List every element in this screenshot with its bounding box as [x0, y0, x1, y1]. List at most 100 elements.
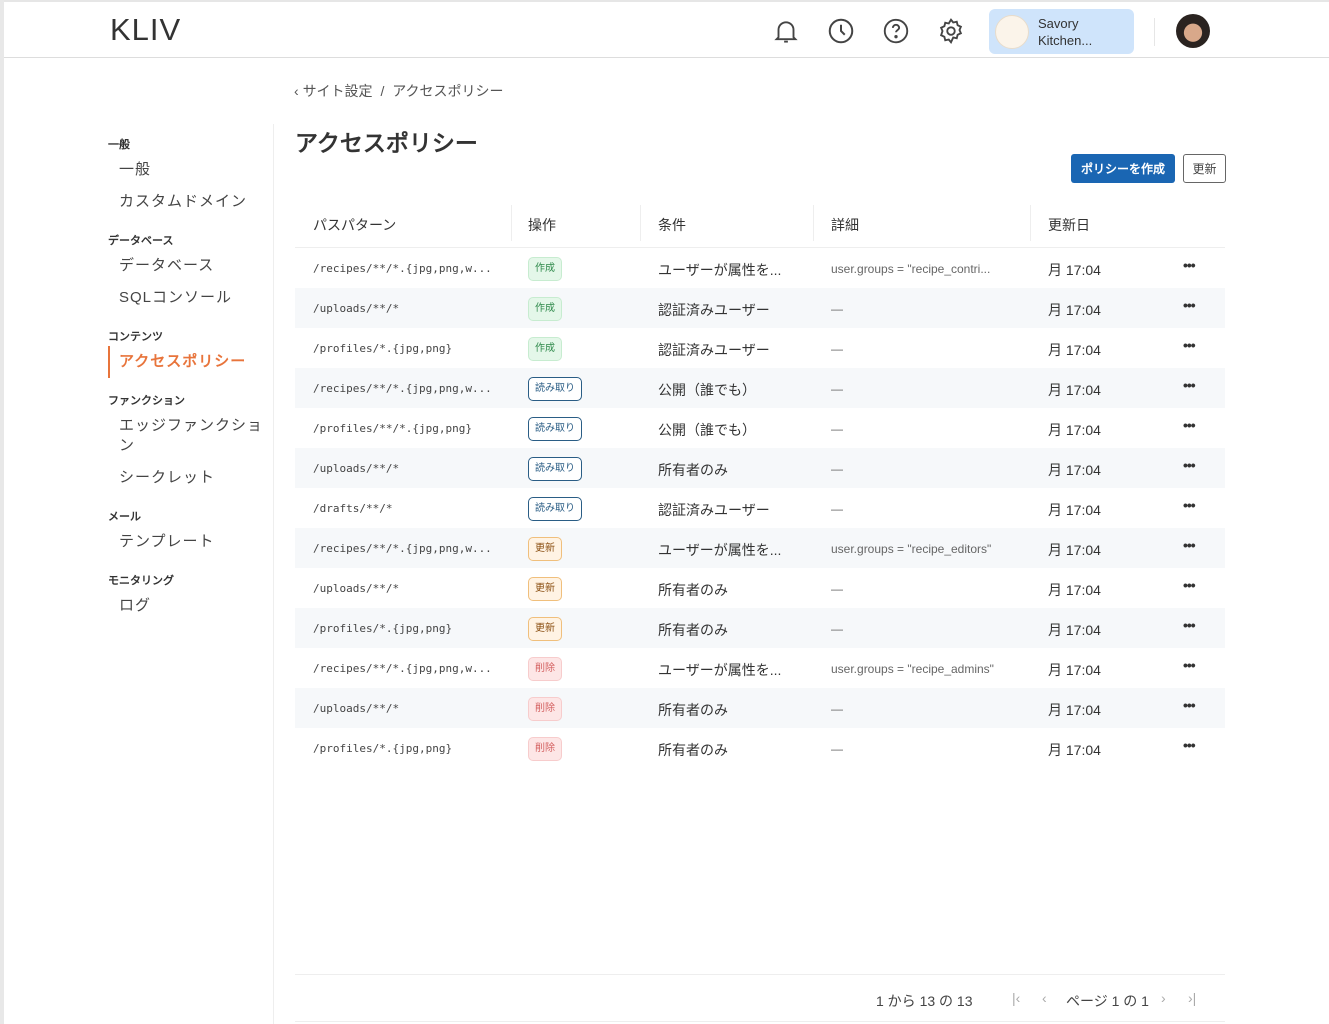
page-indicator: ページ 1 の 1 — [1066, 993, 1149, 1009]
logo[interactable]: KLIV — [110, 12, 181, 48]
help-icon[interactable] — [881, 16, 911, 46]
operation-badge: 更新 — [528, 537, 562, 561]
condition: 認証済みユーザー — [658, 302, 770, 318]
path-pattern: /recipes/**/*.{jpg,png,w... — [313, 262, 492, 275]
updated-date: 月 17:04 — [1048, 342, 1101, 358]
breadcrumb: ‹ サイト設定 / アクセスポリシー — [294, 81, 504, 101]
more-actions-icon[interactable]: ••• — [1183, 697, 1196, 713]
sidebar-item[interactable]: アクセスポリシー — [108, 346, 273, 378]
condition: 認証済みユーザー — [658, 342, 770, 358]
operation-badge: 作成 — [528, 297, 562, 321]
table-row[interactable]: /recipes/**/*.{jpg,png,w... 作成 ユーザーが属性を.… — [295, 248, 1225, 288]
operation-badge: 削除 — [528, 697, 562, 721]
more-actions-icon[interactable]: ••• — [1183, 417, 1196, 433]
next-page-icon[interactable]: › — [1161, 990, 1166, 1006]
path-pattern: /profiles/*.{jpg,png} — [313, 342, 453, 355]
table-row[interactable]: /profiles/*.{jpg,png} 削除 所有者のみ — 月 17:04… — [295, 728, 1225, 768]
condition: ユーザーが属性を... — [658, 662, 782, 678]
more-actions-icon[interactable]: ••• — [1183, 297, 1196, 313]
last-page-icon[interactable]: ›| — [1188, 990, 1196, 1006]
bell-icon[interactable] — [771, 16, 801, 46]
path-pattern: /profiles/*.{jpg,png} — [313, 742, 453, 755]
more-actions-icon[interactable]: ••• — [1183, 497, 1196, 513]
table-row[interactable]: /profiles/**/*.{jpg,png} 読み取り 公開（誰でも） — … — [295, 408, 1225, 448]
column-header-detail[interactable]: 詳細 — [831, 215, 859, 235]
path-pattern: /recipes/**/*.{jpg,png,w... — [313, 382, 492, 395]
table-row[interactable]: /uploads/**/* 読み取り 所有者のみ — 月 17:04 ••• — [295, 448, 1225, 488]
table-header: パスパターン 操作 条件 詳細 更新日 — [295, 203, 1225, 248]
sidebar-item[interactable]: SQLコンソール — [108, 282, 273, 314]
more-actions-icon[interactable]: ••• — [1183, 337, 1196, 353]
more-actions-icon[interactable]: ••• — [1183, 457, 1196, 473]
sidebar-divider — [273, 124, 274, 1024]
sidebar-item[interactable]: シークレット — [108, 462, 273, 494]
more-actions-icon[interactable]: ••• — [1183, 257, 1196, 273]
column-header-operation[interactable]: 操作 — [528, 215, 556, 235]
condition: 所有者のみ — [658, 462, 728, 478]
back-chevron-icon[interactable]: ‹ — [294, 83, 303, 99]
more-actions-icon[interactable]: ••• — [1183, 617, 1196, 633]
path-pattern: /drafts/**/* — [313, 502, 393, 515]
table-body: /recipes/**/*.{jpg,png,w... 作成 ユーザーが属性を.… — [295, 248, 1225, 768]
first-page-icon[interactable]: |‹ — [1012, 990, 1020, 1006]
column-separator — [640, 205, 641, 241]
sidebar-item[interactable]: テンプレート — [108, 526, 273, 558]
breadcrumb-parent[interactable]: サイト設定 — [303, 83, 373, 99]
table-row[interactable]: /uploads/**/* 更新 所有者のみ — 月 17:04 ••• — [295, 568, 1225, 608]
condition: 公開（誰でも） — [658, 382, 756, 398]
condition: ユーザーが属性を... — [658, 542, 782, 558]
condition: 公開（誰でも） — [658, 422, 756, 438]
sidebar-item[interactable]: エッジファンクション — [108, 410, 273, 462]
detail: — — [831, 702, 843, 716]
table-row[interactable]: /profiles/*.{jpg,png} 更新 所有者のみ — 月 17:04… — [295, 608, 1225, 648]
user-avatar[interactable] — [1176, 14, 1210, 48]
policy-table: パスパターン 操作 条件 詳細 更新日 /recipes/**/*.{jpg,p… — [295, 203, 1225, 768]
background-window-edge — [0, 0, 4, 1024]
more-actions-icon[interactable]: ••• — [1183, 537, 1196, 553]
clock-icon[interactable] — [826, 16, 856, 46]
more-actions-icon[interactable]: ••• — [1183, 657, 1196, 673]
detail: user.groups = "recipe_contri... — [831, 262, 991, 276]
workspace-name: Savory Kitchen... — [1038, 16, 1093, 48]
table-row[interactable]: /uploads/**/* 作成 認証済みユーザー — 月 17:04 ••• — [295, 288, 1225, 328]
table-row[interactable]: /uploads/**/* 削除 所有者のみ — 月 17:04 ••• — [295, 688, 1225, 728]
updated-date: 月 17:04 — [1048, 742, 1101, 758]
column-header-updated[interactable]: 更新日 — [1048, 215, 1090, 235]
sidebar-item[interactable]: データベース — [108, 250, 273, 282]
updated-date: 月 17:04 — [1048, 502, 1101, 518]
condition: 所有者のみ — [658, 742, 728, 758]
column-header-condition[interactable]: 条件 — [658, 215, 686, 235]
updated-date: 月 17:04 — [1048, 422, 1101, 438]
gear-icon[interactable] — [936, 16, 966, 46]
table-row[interactable]: /recipes/**/*.{jpg,png,w... 更新 ユーザーが属性を.… — [295, 528, 1225, 568]
more-actions-icon[interactable]: ••• — [1183, 577, 1196, 593]
breadcrumb-separator: / — [380, 83, 385, 99]
sidebar-item[interactable]: ログ — [108, 590, 273, 622]
path-pattern: /uploads/**/* — [313, 702, 400, 715]
workspace-switcher[interactable]: Savory Kitchen... — [989, 9, 1134, 54]
operation-badge: 削除 — [528, 737, 562, 761]
workspace-thumbnail — [995, 15, 1029, 49]
operation-badge: 読み取り — [528, 497, 582, 521]
detail: — — [831, 462, 843, 476]
table-row[interactable]: /recipes/**/*.{jpg,png,w... 削除 ユーザーが属性を.… — [295, 648, 1225, 688]
table-row[interactable]: /profiles/*.{jpg,png} 作成 認証済みユーザー — 月 17… — [295, 328, 1225, 368]
more-actions-icon[interactable]: ••• — [1183, 737, 1196, 753]
path-pattern: /uploads/**/* — [313, 462, 400, 475]
table-row[interactable]: /recipes/**/*.{jpg,png,w... 読み取り 公開（誰でも）… — [295, 368, 1225, 408]
sidebar-item[interactable]: 一般 — [108, 154, 273, 186]
updated-date: 月 17:04 — [1048, 462, 1101, 478]
refresh-button[interactable]: 更新 — [1183, 154, 1226, 183]
detail: — — [831, 422, 843, 436]
operation-badge: 作成 — [528, 337, 562, 361]
column-header-path[interactable]: パスパターン — [313, 215, 396, 235]
result-count: 1 から 13 の 13 — [876, 993, 973, 1009]
operation-badge: 更新 — [528, 617, 562, 641]
prev-page-icon[interactable]: ‹ — [1042, 990, 1047, 1006]
condition: ユーザーが属性を... — [658, 262, 782, 278]
sidebar-item[interactable]: カスタムドメイン — [108, 186, 273, 218]
create-policy-button[interactable]: ポリシーを作成 — [1071, 154, 1175, 183]
more-actions-icon[interactable]: ••• — [1183, 377, 1196, 393]
table-row[interactable]: /drafts/**/* 読み取り 認証済みユーザー — 月 17:04 ••• — [295, 488, 1225, 528]
sidebar-section-label: コンテンツ — [108, 331, 163, 343]
